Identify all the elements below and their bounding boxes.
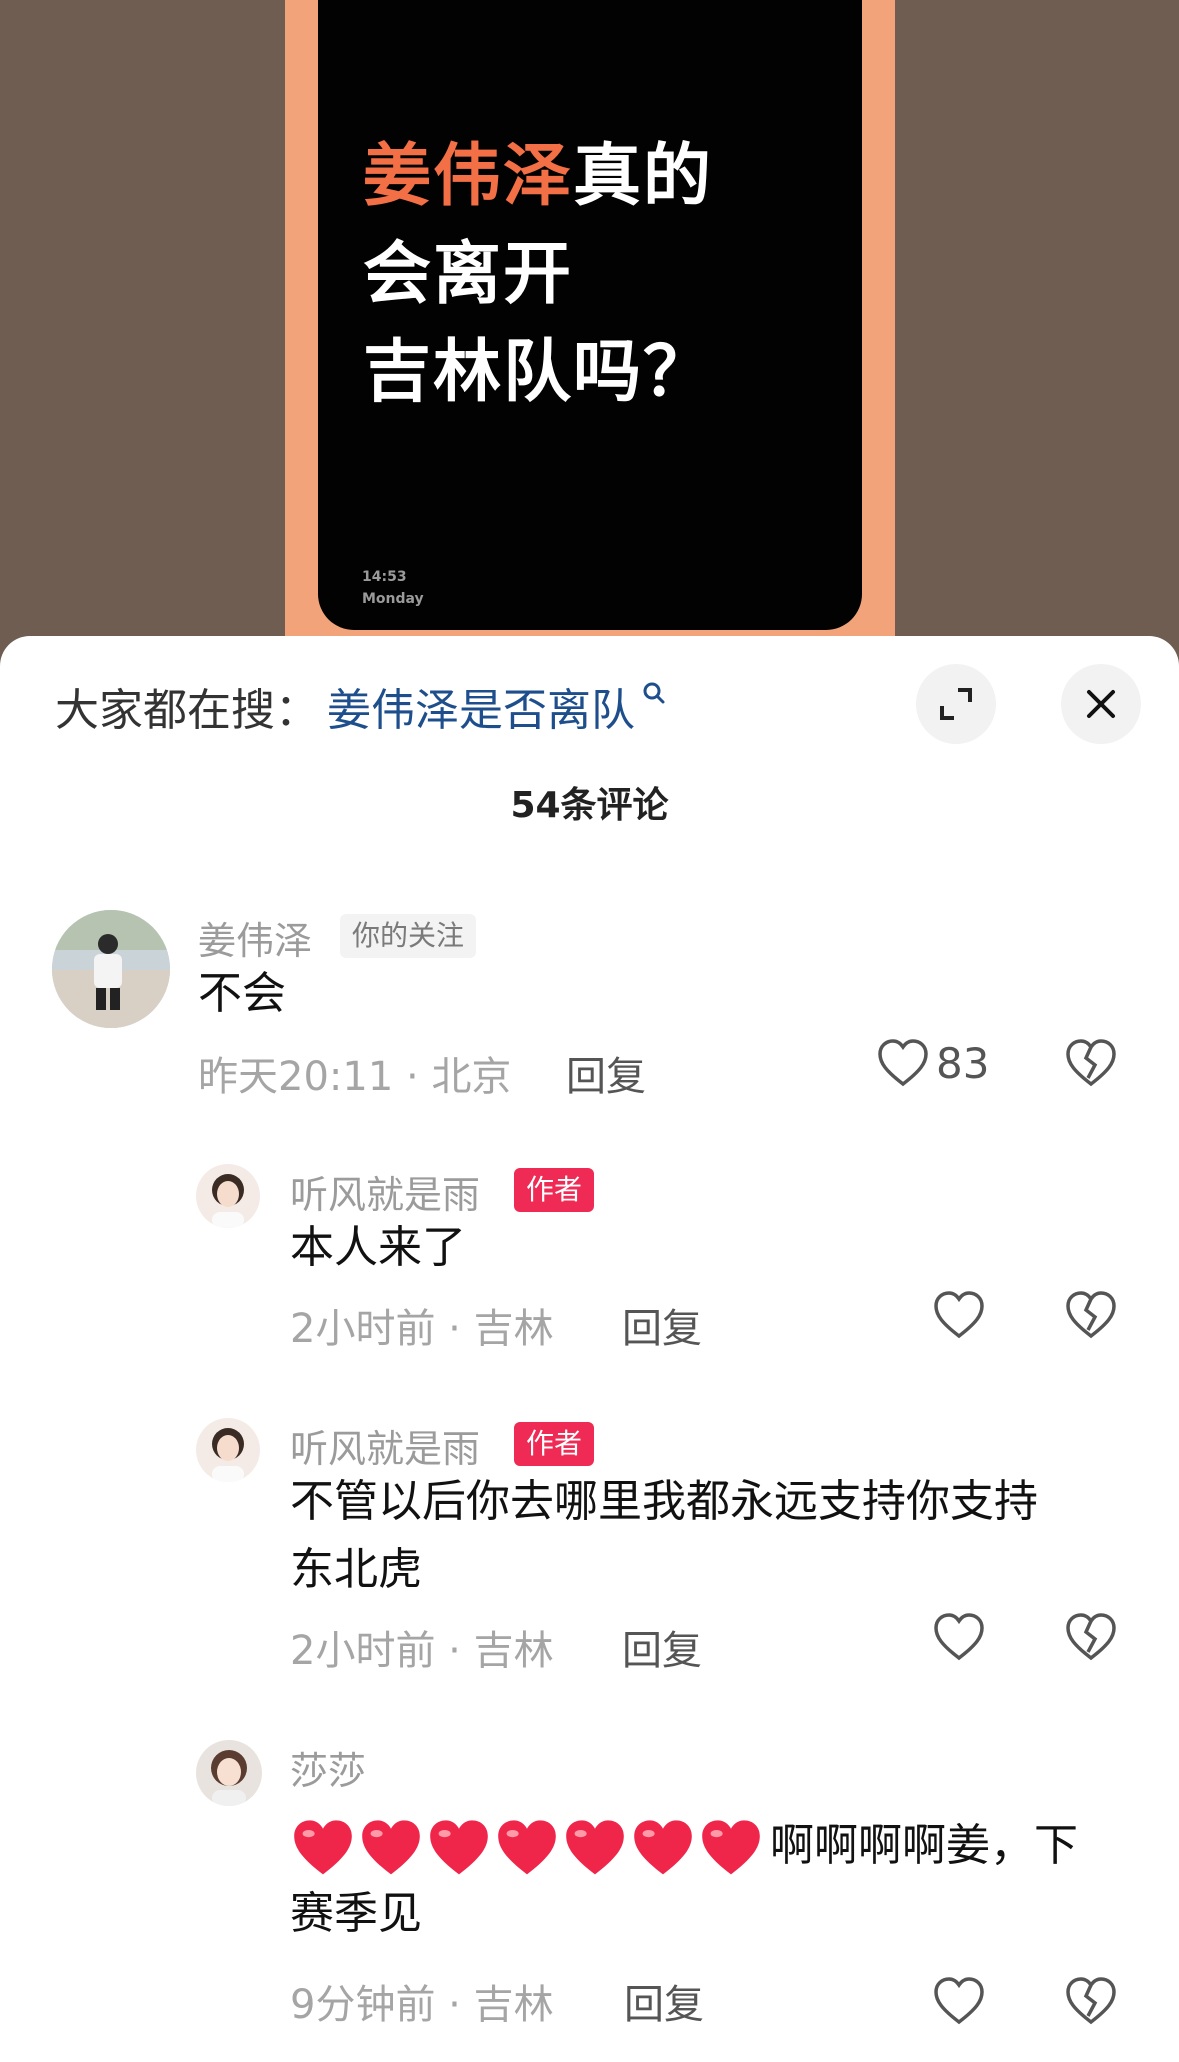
dislike-button[interactable] — [1064, 1612, 1118, 1666]
comment-text-line: 赛季见 — [290, 1888, 422, 1939]
avatar[interactable] — [196, 1164, 260, 1228]
comment-location: 北京 — [431, 1054, 512, 1100]
author-tag: 作者 — [514, 1422, 595, 1466]
dislike-button[interactable] — [1064, 1976, 1118, 2030]
close-button[interactable] — [1061, 664, 1141, 744]
heart-emoji — [430, 1820, 488, 1875]
like-button[interactable]: 83 — [876, 1038, 989, 1088]
like-button[interactable] — [932, 1290, 986, 1340]
search-term-link[interactable]: 姜伟泽是否离队 — [327, 674, 635, 738]
username[interactable]: 姜伟泽 — [198, 910, 312, 965]
comment-text: 不管以后你去哪里我都永远支持你支持 东北虎 — [290, 1468, 1150, 1604]
reply-button[interactable]: 回复 — [622, 1296, 702, 1354]
like-button[interactable] — [932, 1976, 986, 2026]
comment-text-line: 啊啊啊啊姜，下 — [290, 1812, 1150, 1880]
like-icon — [934, 1291, 984, 1339]
like-count: 83 — [936, 1038, 990, 1088]
reply-button[interactable]: 回复 — [566, 1044, 646, 1102]
headline-line1-rest: 真的 — [573, 137, 714, 216]
like-icon — [934, 1977, 984, 2025]
search-icon — [643, 682, 665, 704]
headline-highlight: 姜伟泽 — [363, 137, 574, 216]
username[interactable]: 莎莎 — [290, 1740, 366, 1795]
like-button[interactable] — [932, 1612, 986, 1662]
comment-meta: 2小时前 · 吉林 — [290, 1628, 554, 1674]
heart-emoji — [362, 1820, 420, 1875]
comment-location: 吉林 — [473, 1982, 554, 2028]
username[interactable]: 听风就是雨 — [290, 1418, 480, 1473]
comment-text-line: 东北虎 — [290, 1544, 422, 1595]
heart-emoji — [566, 1820, 624, 1875]
dislike-icon — [1066, 1977, 1116, 2025]
search-prefix: 大家都在搜： — [55, 685, 319, 736]
dislike-button[interactable] — [1064, 1038, 1118, 1092]
reply-item: 莎莎 啊啊啊啊姜，下 赛季见 9分钟前 · 吉林 回复 — [0, 1740, 1179, 2040]
author-tag: 作者 — [514, 1168, 595, 1212]
dislike-icon — [1066, 1613, 1116, 1661]
avatar[interactable] — [52, 910, 170, 1028]
clock-day: Monday — [362, 591, 424, 607]
comment-text-part: 啊啊啊啊姜，下 — [770, 1820, 1078, 1871]
dislike-button[interactable] — [1064, 1290, 1118, 1344]
comment-time: 9分钟前 — [290, 1982, 436, 2028]
comments-sheet: 大家都在搜： 姜伟泽是否离队 54条评论 姜伟泽 你的关注 不会 昨天20:11… — [0, 636, 1179, 2062]
comment-count: 54条评论 — [510, 785, 669, 826]
comment-meta: 2小时前 · 吉林 — [290, 1306, 554, 1352]
video-player[interactable]: 姜伟泽真的 会离开 吉林队吗？ 14:53 Monday — [0, 0, 1179, 660]
heart-emoji — [498, 1820, 556, 1875]
like-icon — [934, 1613, 984, 1661]
reply-button[interactable]: 回复 — [622, 1618, 702, 1676]
comment-text: 不会 — [198, 968, 286, 1019]
headline-line3: 吉林队吗？ — [363, 333, 714, 412]
avatar[interactable] — [196, 1418, 260, 1482]
expand-button[interactable] — [916, 664, 996, 744]
close-icon — [1087, 690, 1115, 718]
comment-meta: 昨天20:11 · 北京 — [198, 1054, 512, 1100]
heart-emoji — [294, 1820, 352, 1875]
dislike-icon — [1066, 1291, 1116, 1339]
follow-tag: 你的关注 — [340, 914, 477, 958]
comment-text: 啊啊啊啊姜，下 赛季见 — [290, 1812, 1150, 1948]
headline-line2: 会离开 — [363, 235, 574, 314]
video-clock: 14:53 Monday — [362, 566, 424, 610]
comment-meta: 9分钟前 · 吉林 — [290, 1982, 554, 2028]
heart-emoji — [634, 1820, 692, 1875]
comment-item: 姜伟泽 你的关注 不会 昨天20:11 · 北京 回复 83 — [0, 910, 1179, 1120]
avatar[interactable] — [196, 1740, 262, 1806]
video-headline: 姜伟泽真的 会离开 吉林队吗？ — [363, 128, 843, 422]
comment-text: 本人来了 — [290, 1222, 466, 1273]
comment-time: 2小时前 — [290, 1306, 436, 1352]
dislike-icon — [1066, 1039, 1116, 1087]
expand-icon — [940, 688, 972, 720]
like-icon — [878, 1039, 928, 1087]
username[interactable]: 听风就是雨 — [290, 1164, 480, 1219]
comment-location: 吉林 — [473, 1628, 554, 1674]
comment-time: 2小时前 — [290, 1628, 436, 1674]
heart-emoji — [702, 1820, 760, 1875]
reply-button[interactable]: 回复 — [624, 1972, 704, 2030]
reply-item: 听风就是雨 作者 本人来了 2小时前 · 吉林 回复 — [0, 1164, 1179, 1364]
search-suggestion[interactable]: 大家都在搜： 姜伟泽是否离队 — [55, 676, 667, 736]
heart-emojis — [290, 1818, 766, 1878]
comment-text-line: 不管以后你去哪里我都永远支持你支持 — [290, 1476, 1038, 1527]
comment-location: 吉林 — [473, 1306, 554, 1352]
comment-time: 昨天20:11 — [198, 1054, 394, 1100]
reply-item: 听风就是雨 作者 不管以后你去哪里我都永远支持你支持 东北虎 2小时前 · 吉林… — [0, 1418, 1179, 1688]
clock-time: 14:53 — [362, 569, 407, 585]
